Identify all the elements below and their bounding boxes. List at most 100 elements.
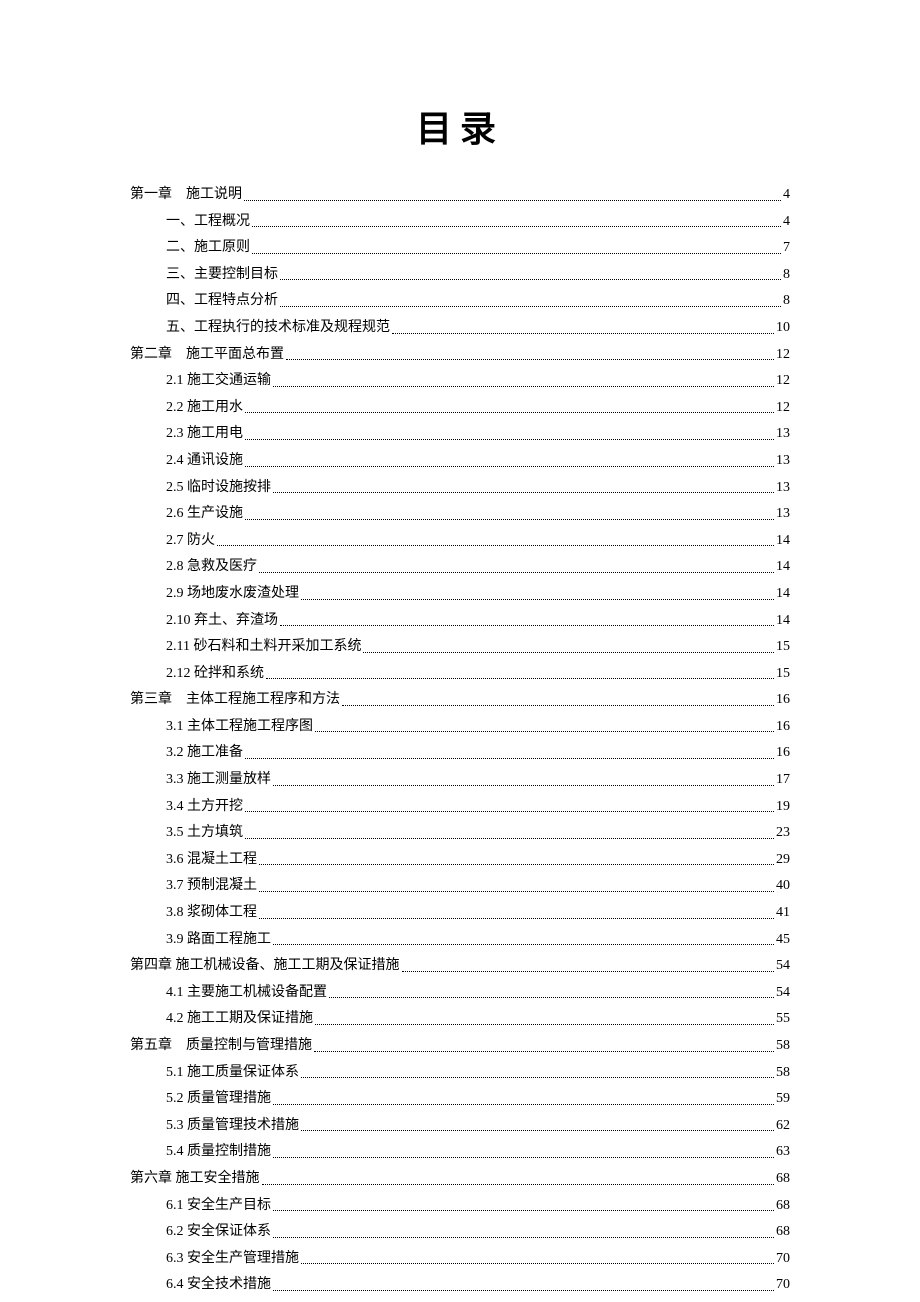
toc-entry-page: 58 <box>776 1033 790 1060</box>
toc-leader-dots <box>245 439 774 440</box>
toc-leader-dots <box>301 1263 774 1264</box>
toc-entry: 3.4 土方开挖19 <box>130 794 790 821</box>
toc-entry: 第五章 质量控制与管理措施58 <box>130 1033 790 1060</box>
toc-entry-page: 54 <box>776 953 790 980</box>
toc-entry-page: 10 <box>776 315 790 342</box>
toc-entry-label: 6.2 安全保证体系 <box>166 1219 271 1246</box>
toc-entry-page: 29 <box>776 847 790 874</box>
toc-entry-label: 6.4 安全技术措施 <box>166 1272 271 1299</box>
toc-leader-dots <box>402 971 775 972</box>
toc-entry-page: 13 <box>776 448 790 475</box>
toc-leader-dots <box>273 1237 774 1238</box>
toc-entry: 四、工程特点分析8 <box>130 288 790 315</box>
toc-leader-dots <box>244 200 781 201</box>
toc-entry-label: 3.8 浆砌体工程 <box>166 900 257 927</box>
toc-entry-page: 15 <box>776 634 790 661</box>
toc-leader-dots <box>273 1290 774 1291</box>
toc-entry-page: 59 <box>776 1086 790 1113</box>
toc-leader-dots <box>315 731 774 732</box>
toc-entry: 6.1 安全生产目标68 <box>130 1193 790 1220</box>
toc-entry: 4.2 施工工期及保证措施55 <box>130 1006 790 1033</box>
toc-leader-dots <box>266 678 774 679</box>
toc-entry: 五、工程执行的技术标准及规程规范 10 <box>130 315 790 342</box>
toc-entry-label: 第二章 施工平面总布置 <box>130 342 284 369</box>
toc-leader-dots <box>259 864 774 865</box>
toc-leader-dots <box>245 838 774 839</box>
toc-entry-page: 14 <box>776 608 790 635</box>
toc-entry-label: 二、施工原则 <box>166 235 250 262</box>
toc-leader-dots <box>280 279 781 280</box>
toc-entry-page: 55 <box>776 1006 790 1033</box>
toc-entry-label: 6.3 安全生产管理措施 <box>166 1246 299 1273</box>
toc-entry-page: 13 <box>776 475 790 502</box>
toc-entry: 4.1 主要施工机械设备配置54 <box>130 980 790 1007</box>
toc-entry-label: 2.8 急救及医疗 <box>166 554 257 581</box>
toc-entry: 第三章 主体工程施工程序和方法16 <box>130 687 790 714</box>
toc-entry-label: 5.2 质量管理措施 <box>166 1086 271 1113</box>
toc-entry-label: 3.6 混凝土工程 <box>166 847 257 874</box>
toc-leader-dots <box>273 1157 774 1158</box>
toc-entry: 6.2 安全保证体系68 <box>130 1219 790 1246</box>
toc-leader-dots <box>329 997 774 998</box>
toc-entry-page: 7 <box>783 235 790 262</box>
toc-entry: 第一章 施工说明4 <box>130 182 790 209</box>
toc-entry: 2.4 通讯设施13 <box>130 448 790 475</box>
page-title: 目录 <box>130 100 790 152</box>
toc-entry-page: 16 <box>776 714 790 741</box>
toc-entry-label: 2.11 砂石料和土料开采加工系统 <box>166 634 361 661</box>
toc-entry: 2.2 施工用水12 <box>130 395 790 422</box>
toc-leader-dots <box>262 1184 775 1185</box>
toc-entry: 3.7 预制混凝土40 <box>130 873 790 900</box>
toc-entry-page: 4 <box>783 209 790 236</box>
toc-entry-page: 4 <box>783 182 790 209</box>
toc-leader-dots <box>252 253 781 254</box>
toc-leader-dots <box>252 226 781 227</box>
toc-leader-dots <box>301 599 774 600</box>
toc-leader-dots <box>280 306 781 307</box>
toc-entry: 2.5 临时设施按排 13 <box>130 475 790 502</box>
toc-entry: 6.4 安全技术措施 70 <box>130 1272 790 1299</box>
toc-leader-dots <box>280 625 774 626</box>
toc-entry-label: 2.6 生产设施 <box>166 501 243 528</box>
toc-entry-label: 2.2 施工用水 <box>166 395 243 422</box>
toc-entry: 2.7 防火 14 <box>130 528 790 555</box>
toc-entry: 2.8 急救及医疗14 <box>130 554 790 581</box>
toc-entry: 3.2 施工准备16 <box>130 740 790 767</box>
toc-entry-page: 70 <box>776 1272 790 1299</box>
toc-entry-page: 14 <box>776 528 790 555</box>
toc-entry-label: 5.4 质量控制措施 <box>166 1139 271 1166</box>
toc-leader-dots <box>217 545 774 546</box>
toc-entry: 2.11 砂石料和土料开采加工系统 15 <box>130 634 790 661</box>
toc-entry-label: 3.2 施工准备 <box>166 740 243 767</box>
toc-entry-label: 第六章 施工安全措施 <box>130 1166 260 1193</box>
toc-entry-page: 63 <box>776 1139 790 1166</box>
toc-entry: 2.3 施工用电13 <box>130 421 790 448</box>
toc-entry-label: 一、工程概况 <box>166 209 250 236</box>
toc-entry-label: 3.1 主体工程施工程序图 <box>166 714 313 741</box>
table-of-contents: 第一章 施工说明4一、工程概况4二、施工原则7三、主要控制目标8四、工程特点分析… <box>130 182 790 1299</box>
toc-entry-label: 五、工程执行的技术标准及规程规范 <box>166 315 390 342</box>
toc-entry-page: 41 <box>776 900 790 927</box>
toc-entry-label: 2.5 临时设施按排 <box>166 475 271 502</box>
toc-entry-label: 2.7 防火 <box>166 528 215 555</box>
toc-entry: 5.4 质量控制措施 63 <box>130 1139 790 1166</box>
toc-leader-dots <box>259 891 774 892</box>
toc-leader-dots <box>392 333 774 334</box>
toc-entry-page: 14 <box>776 581 790 608</box>
toc-entry: 第二章 施工平面总布置12 <box>130 342 790 369</box>
toc-leader-dots <box>245 466 774 467</box>
toc-entry-page: 68 <box>776 1166 790 1193</box>
toc-entry-label: 2.3 施工用电 <box>166 421 243 448</box>
toc-entry-label: 2.12 砼拌和系统 <box>166 661 264 688</box>
toc-entry: 2.6 生产设施13 <box>130 501 790 528</box>
toc-entry-page: 15 <box>776 661 790 688</box>
toc-entry-label: 2.1 施工交通运输 <box>166 368 271 395</box>
toc-leader-dots <box>259 572 774 573</box>
toc-leader-dots <box>273 1104 774 1105</box>
toc-entry-page: 58 <box>776 1060 790 1087</box>
toc-leader-dots <box>245 519 774 520</box>
toc-entry-label: 3.4 土方开挖 <box>166 794 243 821</box>
toc-leader-dots <box>245 412 774 413</box>
toc-entry-label: 三、主要控制目标 <box>166 262 278 289</box>
toc-entry-label: 6.1 安全生产目标 <box>166 1193 271 1220</box>
